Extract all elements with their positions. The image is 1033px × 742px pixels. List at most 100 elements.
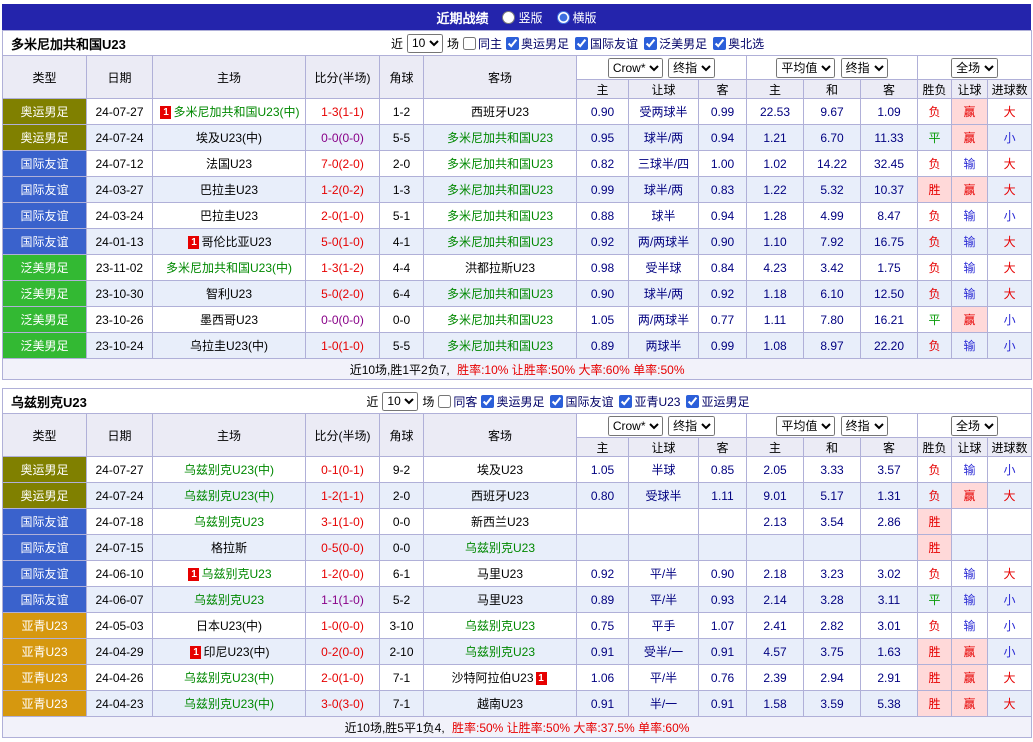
euro-draw-odds: 3.42 xyxy=(804,255,861,281)
result-goals: 大 xyxy=(988,561,1032,587)
scope-select[interactable]: 全场 xyxy=(951,58,998,78)
league-filter[interactable]: 奥运男足 xyxy=(506,35,569,52)
col-corner: 角球 xyxy=(380,414,424,457)
layout-vertical-option[interactable]: 竖版 xyxy=(502,9,542,26)
euro-away-odds: 1.75 xyxy=(861,255,918,281)
page-title: 近期战绩 xyxy=(436,8,488,27)
col-euro-away: 客 xyxy=(861,80,918,99)
asia-odds-source-select[interactable]: Crow* xyxy=(608,58,663,78)
recent-count-select[interactable]: 10 xyxy=(407,34,443,53)
league-filter[interactable]: 亚运男足 xyxy=(686,393,749,410)
same-venue-filter[interactable]: 同主 xyxy=(463,35,502,52)
col-score: 比分(半场) xyxy=(306,414,380,457)
euro-away-odds: 1.31 xyxy=(861,483,918,509)
match-type: 国际友谊 xyxy=(3,587,87,613)
league-checkbox[interactable] xyxy=(575,37,588,50)
euro-home-odds: 9.01 xyxy=(747,483,804,509)
scope-select[interactable]: 全场 xyxy=(951,416,998,436)
league-checkbox[interactable] xyxy=(644,37,657,50)
recent-count-select[interactable]: 10 xyxy=(382,392,418,411)
league-filter[interactable]: 国际友谊 xyxy=(575,35,638,52)
asia-handicap: 两/两球半 xyxy=(629,229,699,255)
euro-odds-period-select[interactable]: 终指 xyxy=(841,416,888,436)
asia-odds-source-select[interactable]: Crow* xyxy=(608,416,663,436)
team-name: 马里U23 xyxy=(477,593,523,607)
asia-odds-period-select[interactable]: 终指 xyxy=(668,416,715,436)
match-row: 泛美男足23-10-26墨西哥U230-0(0-0)0-0多米尼加共和国U231… xyxy=(3,307,1032,333)
euro-draw-odds: 7.80 xyxy=(804,307,861,333)
away-team: 多米尼加共和国U23 xyxy=(424,333,577,359)
league-checkbox[interactable] xyxy=(713,37,726,50)
match-score: 1-0(0-0) xyxy=(306,613,380,639)
red-badge: 1 xyxy=(160,106,171,119)
result-outcome: 负 xyxy=(918,229,952,255)
asia-away-odds: 0.99 xyxy=(699,333,747,359)
league-filter[interactable]: 奥运男足 xyxy=(481,393,544,410)
euro-home-odds: 1.18 xyxy=(747,281,804,307)
home-team: 乌兹别克U23(中) xyxy=(153,691,306,717)
corner-score: 0-0 xyxy=(380,535,424,561)
result-goals: 小 xyxy=(988,203,1032,229)
col-date: 日期 xyxy=(87,56,153,99)
euro-draw-odds: 8.97 xyxy=(804,333,861,359)
away-team: 沙特阿拉伯U231 xyxy=(424,665,577,691)
away-team: 越南U23 xyxy=(424,691,577,717)
asia-handicap: 受半球 xyxy=(629,255,699,281)
league-checkbox[interactable] xyxy=(619,395,632,408)
result-goals xyxy=(988,535,1032,561)
asia-odds-period-select[interactable]: 终指 xyxy=(668,58,715,78)
league-checkbox[interactable] xyxy=(550,395,563,408)
asia-handicap: 两/两球半 xyxy=(629,307,699,333)
asia-handicap: 球半/两 xyxy=(629,125,699,151)
horizontal-layout-radio[interactable] xyxy=(557,11,570,24)
result-handicap: 赢 xyxy=(952,639,988,665)
match-score: 5-0(2-0) xyxy=(306,281,380,307)
euro-odds-period-select[interactable]: 终指 xyxy=(841,58,888,78)
red-badge: 1 xyxy=(188,236,199,249)
euro-odds-source-select[interactable]: 平均值 xyxy=(776,58,835,78)
team-title: 乌兹别克U23 xyxy=(11,392,87,411)
league-filter[interactable]: 亚青U23 xyxy=(619,393,680,410)
asia-home-odds: 0.98 xyxy=(577,255,629,281)
same-venue-filter[interactable]: 同客 xyxy=(438,393,477,410)
match-date: 24-06-10 xyxy=(87,561,153,587)
scope-selector: 全场 xyxy=(918,414,1032,438)
asia-away-odds: 0.90 xyxy=(699,229,747,255)
corner-score: 1-2 xyxy=(380,99,424,125)
euro-home-odds: 1.02 xyxy=(747,151,804,177)
home-team: 乌兹别克U23(中) xyxy=(153,457,306,483)
euro-draw-odds: 3.59 xyxy=(804,691,861,717)
euro-odds-source-select[interactable]: 平均值 xyxy=(776,416,835,436)
match-score: 1-2(1-1) xyxy=(306,483,380,509)
match-row: 国际友谊24-07-18乌兹别克U233-1(1-0)0-0新西兰U232.13… xyxy=(3,509,1032,535)
match-date: 24-07-18 xyxy=(87,509,153,535)
league-checkbox[interactable] xyxy=(481,395,494,408)
asia-away-odds: 0.94 xyxy=(699,125,747,151)
team-name: 多米尼加共和国U23 xyxy=(447,183,553,197)
vertical-layout-radio[interactable] xyxy=(502,11,515,24)
same-venue-checkbox[interactable] xyxy=(463,37,476,50)
league-label: 国际友谊 xyxy=(565,393,613,410)
asia-home-odds: 0.88 xyxy=(577,203,629,229)
match-date: 23-10-26 xyxy=(87,307,153,333)
league-filter[interactable]: 泛美男足 xyxy=(644,35,707,52)
euro-away-odds: 5.38 xyxy=(861,691,918,717)
asia-handicap: 平/半 xyxy=(629,561,699,587)
league-filter[interactable]: 奥北选 xyxy=(713,35,764,52)
result-outcome: 负 xyxy=(918,281,952,307)
asia-handicap: 半球 xyxy=(629,457,699,483)
league-filter[interactable]: 国际友谊 xyxy=(550,393,613,410)
league-checkbox[interactable] xyxy=(686,395,699,408)
layout-horizontal-option[interactable]: 横版 xyxy=(557,9,597,26)
away-team: 新西兰U23 xyxy=(424,509,577,535)
asia-away-odds: 0.91 xyxy=(699,691,747,717)
match-row: 奥运男足24-07-24埃及U23(中)0-0(0-0)5-5多米尼加共和国U2… xyxy=(3,125,1032,151)
same-venue-checkbox[interactable] xyxy=(438,395,451,408)
col-away: 客场 xyxy=(424,56,577,99)
team-name: 多米尼加共和国U23(中) xyxy=(166,261,292,275)
match-score: 2-0(1-0) xyxy=(306,203,380,229)
asia-away-odds: 0.91 xyxy=(699,639,747,665)
euro-draw-odds: 3.23 xyxy=(804,561,861,587)
euro-home-odds: 2.14 xyxy=(747,587,804,613)
league-checkbox[interactable] xyxy=(506,37,519,50)
